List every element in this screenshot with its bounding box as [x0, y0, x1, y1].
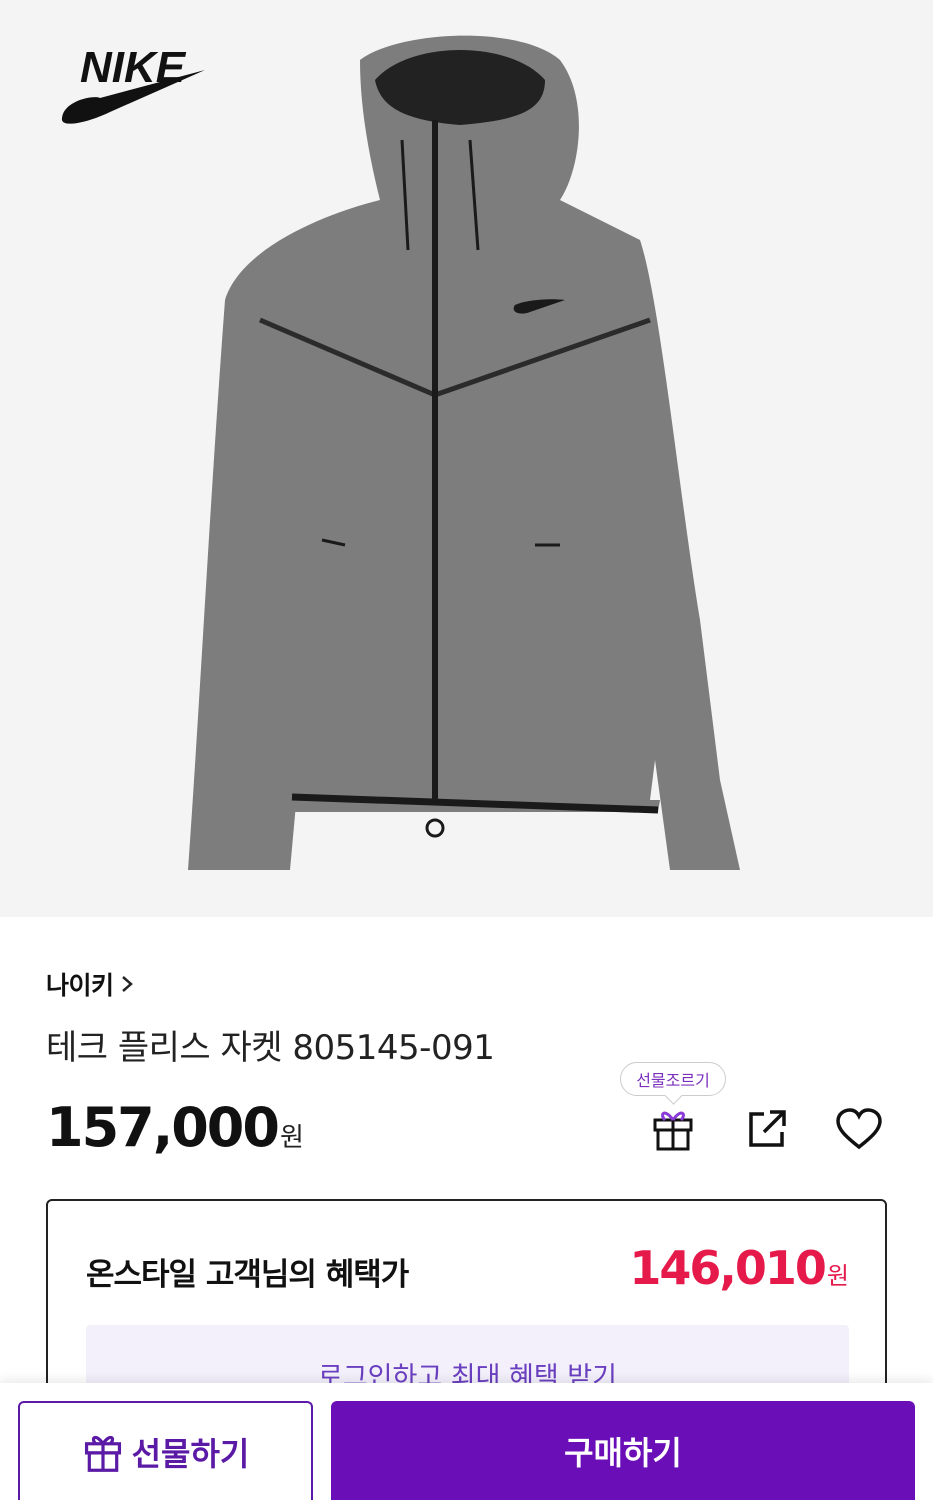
product-image: NIKE: [0, 0, 933, 917]
bottom-action-bar: 선물하기 구매하기: [0, 1383, 933, 1500]
benefit-price: 146,010 원: [629, 1241, 849, 1295]
nike-logo: NIKE: [61, 43, 205, 124]
price-currency: 원: [279, 1123, 304, 1153]
gift-button-label: 선물하기: [131, 1434, 250, 1473]
benefit-price-value: 146,010: [629, 1241, 827, 1295]
share-icon: [746, 1108, 788, 1154]
heart-icon: [835, 1108, 883, 1154]
benefit-label: 온스타일 고객님의 혜택가: [86, 1257, 409, 1293]
buy-button[interactable]: 구매하기: [331, 1401, 915, 1500]
price-value: 157,000: [46, 1096, 280, 1159]
gift-button[interactable]: 선물하기: [18, 1401, 313, 1500]
brand-name: 나이키: [46, 971, 114, 1000]
gift-icon: [651, 1106, 695, 1156]
product-price: 157,000 원: [46, 1096, 304, 1159]
share-button[interactable]: [737, 1103, 797, 1159]
benefit-price-currency: 원: [826, 1262, 849, 1290]
chevron-right-icon: [120, 974, 134, 994]
buy-button-label: 구매하기: [564, 1433, 682, 1472]
gift-request-button[interactable]: [643, 1103, 703, 1159]
gift-icon: [82, 1431, 124, 1473]
product-photo: NIKE: [61, 35, 740, 870]
jacket-illustration: [188, 35, 740, 870]
brand-link[interactable]: 나이키: [46, 966, 134, 1002]
like-button[interactable]: [829, 1103, 889, 1159]
gift-request-tooltip: 선물조르기: [620, 1062, 726, 1096]
product-name: 테크 플리스 자켓 805145-091: [46, 1028, 495, 1068]
